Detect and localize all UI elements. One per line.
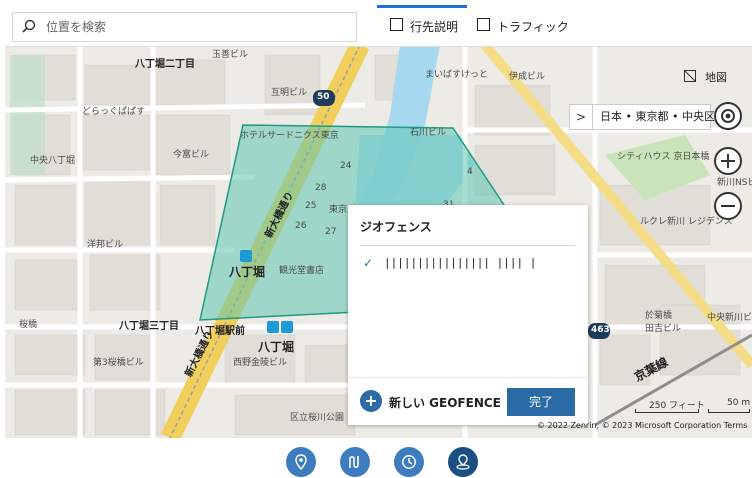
location-pin-icon (295, 454, 307, 470)
history-clock-icon (402, 455, 416, 469)
directions-label: 行先説明 (410, 20, 459, 34)
new-geofence-button[interactable]: 新しい GEOFENCE (389, 394, 501, 411)
map-label: 伊成ビル (509, 72, 546, 82)
map-label: 八丁堀三丁目 (119, 321, 179, 332)
search-input[interactable] (46, 14, 346, 40)
route-icon (349, 455, 359, 469)
map-label: 互明ビル (271, 88, 308, 98)
map-label: 玉善ビル (212, 50, 249, 60)
geofence-panel: ジオフェンス ✓ |||||||||||||||| |||| | + 新しい G… (348, 205, 588, 425)
map-number: 24 (340, 161, 352, 171)
map-label: 中央新川ビル (707, 313, 752, 323)
map-label: 八丁堀 (229, 265, 266, 279)
route-label: 463 (591, 325, 610, 335)
scale-bar (708, 409, 750, 413)
map-label: 八丁堀二丁目 (135, 59, 195, 70)
map-label: ホテルサードニクス東京 (240, 131, 339, 141)
minus-icon (721, 205, 735, 207)
map-label: 新川NSビ (717, 178, 752, 188)
history-button[interactable] (394, 447, 424, 477)
traffic-label: トラフィック (497, 20, 569, 34)
toolbar-accent-line (377, 5, 467, 8)
map-label: 石川ビル (410, 128, 447, 138)
divider (360, 245, 575, 246)
traffic-checkbox[interactable] (477, 18, 490, 31)
copyright-text[interactable]: © 2022 Zenrin, © 2023 Microsoft Corporat… (537, 421, 747, 430)
breadcrumb: 日本 • 東京都 • 中央区 (593, 104, 715, 130)
map-number: 26 (295, 221, 307, 231)
bottom-nav (0, 438, 752, 478)
map-label: 区立桜川公園 (290, 413, 345, 423)
station-marker-icon (240, 250, 252, 262)
map-label: 桜橋 (19, 320, 38, 330)
map-number: 4 (467, 167, 473, 177)
plus-icon (721, 154, 735, 168)
map-label: 八丁堀 (258, 340, 295, 354)
map-label: 西野金陵ビル (233, 358, 288, 368)
checkmark-icon[interactable]: ✓ (363, 256, 373, 270)
map-style-icon[interactable] (684, 70, 696, 82)
station-marker-icon (281, 321, 293, 333)
zoom-in-button[interactable] (714, 147, 742, 175)
geofence-button[interactable] (448, 447, 478, 477)
route-button[interactable] (340, 447, 370, 477)
directions-checkbox[interactable] (390, 18, 403, 31)
add-geofence-icon[interactable]: + (360, 390, 382, 412)
zoom-out-button[interactable] (714, 192, 742, 220)
map-label: 観光堂書店 (279, 266, 325, 276)
map-label: 洋邦ビル (87, 240, 124, 250)
app-root: 八丁堀二丁目 玉善ビル どらっぐぱぱす 互明ビル まいばすけっと 伊成ビル ホテ… (0, 0, 752, 478)
search-icon[interactable] (22, 19, 36, 33)
locate-me-button[interactable] (714, 102, 742, 130)
map-label: まいばすけっと (425, 70, 489, 80)
divider (348, 377, 588, 378)
breadcrumb-expand-button[interactable]: > (569, 104, 593, 130)
map-label: シティハウス 京日本橋 (617, 152, 710, 162)
scale-bar (635, 409, 699, 413)
map-number: 28 (315, 183, 327, 193)
map-label: どらっぐぱぱす (82, 107, 146, 117)
map-label: 中央八丁堀 (30, 156, 76, 166)
geofence-list-item[interactable]: |||||||||||||||| |||| | (384, 256, 536, 269)
locate-icon (721, 109, 735, 123)
geofence-pin-icon (456, 454, 470, 470)
map-label: 於菊橋 田吉ビル (645, 311, 682, 334)
done-button[interactable]: 完了 (507, 388, 575, 416)
station-marker-icon (267, 321, 279, 333)
scale-meters-label: 50 m (727, 398, 751, 408)
map-number: 27 (325, 227, 337, 237)
map-label: 今富ビル (173, 150, 210, 160)
route-label: 50 (317, 92, 330, 102)
map-style-button[interactable]: 地図 (705, 69, 727, 85)
location-button[interactable] (286, 447, 316, 477)
geofence-panel-title: ジオフェンス (360, 220, 432, 234)
map-number: 25 (305, 201, 317, 211)
map-label: 第3桜橋ビル (93, 358, 144, 368)
